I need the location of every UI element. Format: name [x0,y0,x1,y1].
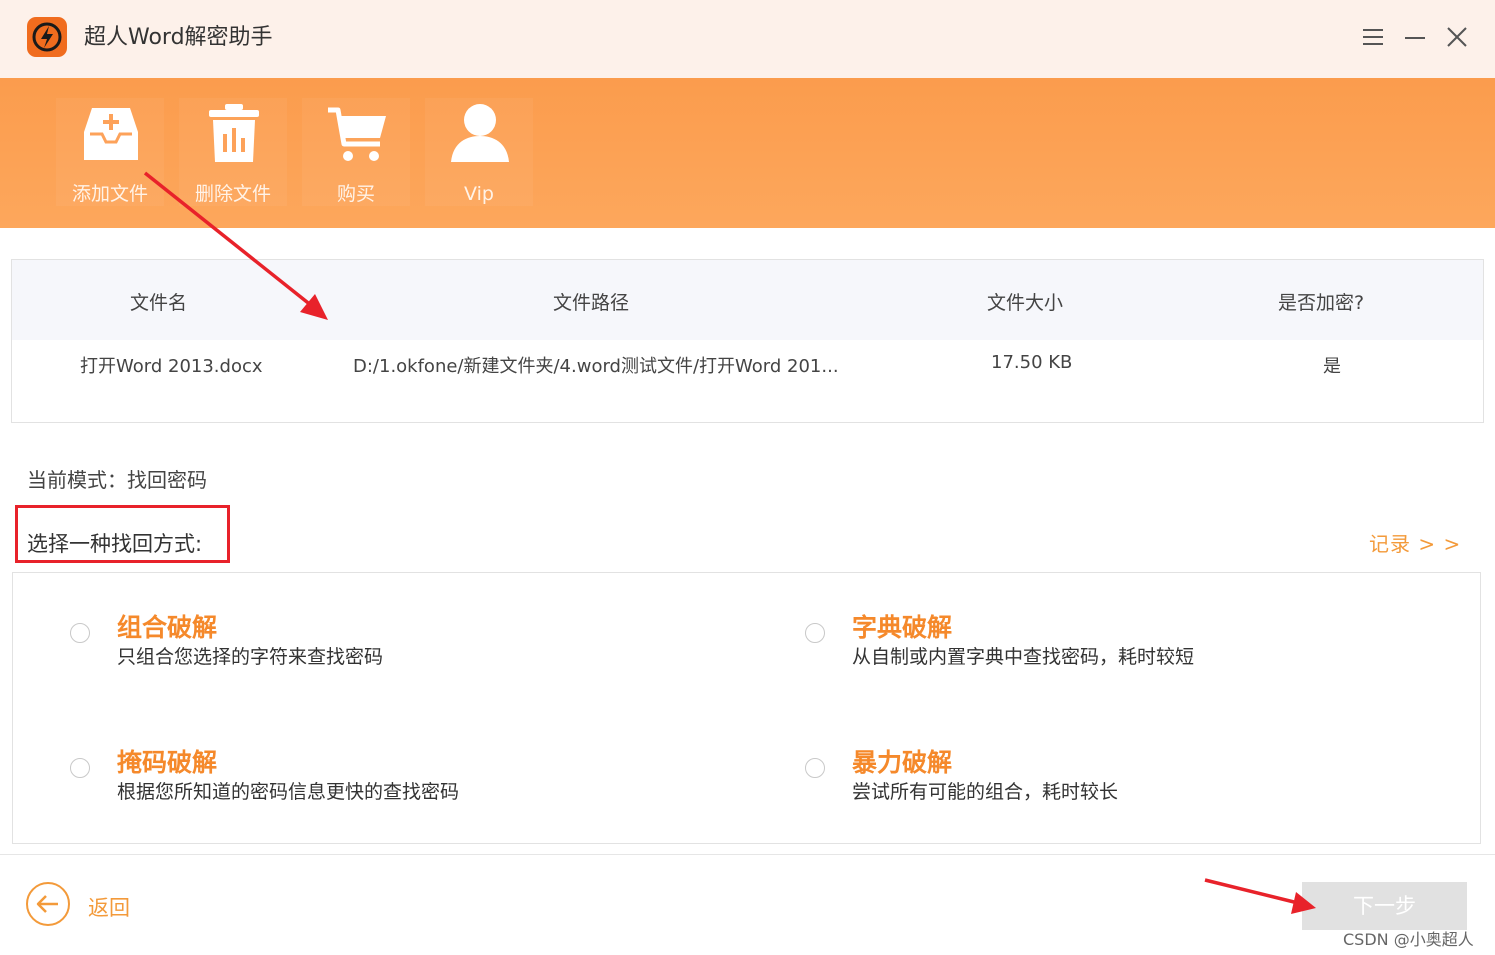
option-title: 掩码破解 [117,748,218,777]
file-table: 文件名 文件路径 文件大小 是否加密? 打开Word 2013.docx D:/… [11,259,1484,423]
option-title: 组合破解 [117,613,218,642]
buy-button[interactable]: 购买 [302,98,410,206]
radio-combination[interactable] [70,623,90,643]
option-dictionary[interactable]: 字典破解 从自制或内置字典中查找密码，耗时较短 [743,573,1480,703]
delete-file-button[interactable]: 删除文件 [179,98,287,206]
buy-label: 购买 [336,183,375,205]
vip-label: Vip [464,183,494,205]
back-button[interactable]: 返回 [26,882,166,932]
highlight-box [15,505,230,563]
option-description: 根据您所知道的密码信息更快的查找密码 [117,781,460,803]
option-description: 从自制或内置字典中查找密码，耗时较短 [852,646,1195,668]
option-mask[interactable]: 掩码破解 根据您所知道的密码信息更快的查找密码 [13,708,743,838]
option-title: 暴力破解 [852,748,953,777]
option-brute-force[interactable]: 暴力破解 尝试所有可能的组合，耗时较长 [743,708,1480,838]
trash-icon [203,102,265,164]
menu-icon[interactable] [1360,24,1386,50]
app-logo-icon [27,17,67,57]
delete-file-label: 删除文件 [194,183,271,205]
current-mode: 当前模式：找回密码 [27,468,207,492]
watermark: CSDN @小奥超人 [1343,930,1474,949]
cell-file-path: D:/1.okfone/新建文件夹/4.word测试文件/打开Word 201.… [353,356,839,377]
app-title: 超人Word解密助手 [84,25,273,50]
inbox-plus-icon [80,102,142,164]
radio-mask[interactable] [70,758,90,778]
minimize-icon[interactable] [1402,24,1428,50]
add-file-button[interactable]: 添加文件 [56,98,164,206]
records-link[interactable]: 记录 > > [1369,528,1461,557]
option-description: 只组合您选择的字符来查找密码 [117,646,384,668]
radio-brute-force[interactable] [805,758,825,778]
back-label: 返回 [88,896,130,920]
radio-dictionary[interactable] [805,623,825,643]
option-description: 尝试所有可能的组合，耗时较长 [852,781,1119,803]
table-header: 文件名 文件路径 文件大小 是否加密? [12,260,1483,340]
title-bar: 超人Word解密助手 [0,0,1495,78]
close-icon[interactable] [1444,24,1470,50]
arrow-left-icon [26,882,70,926]
column-header-encrypted: 是否加密? [1278,292,1365,314]
recovery-options-panel: 组合破解 只组合您选择的字符来查找密码 字典破解 从自制或内置字典中查找密码，耗… [12,572,1481,844]
next-step-button[interactable]: 下一步 [1302,882,1467,930]
cell-encrypted: 是 [1323,356,1341,377]
column-header-path: 文件路径 [553,292,630,314]
vip-button[interactable]: Vip [425,98,533,206]
option-combination[interactable]: 组合破解 只组合您选择的字符来查找密码 [13,573,743,703]
cart-icon [326,102,388,164]
footer-divider [0,854,1495,855]
add-file-label: 添加文件 [71,183,148,205]
column-header-name: 文件名 [130,292,188,314]
toolbar: 添加文件 删除文件 购买 Vip [0,78,1495,228]
cell-file-name: 打开Word 2013.docx [80,356,263,377]
option-title: 字典破解 [852,613,953,642]
annotation-arrow-next [1204,878,1316,914]
user-icon [449,102,511,164]
cell-file-size: 17.50 KB [991,352,1073,373]
column-header-size: 文件大小 [987,292,1064,314]
